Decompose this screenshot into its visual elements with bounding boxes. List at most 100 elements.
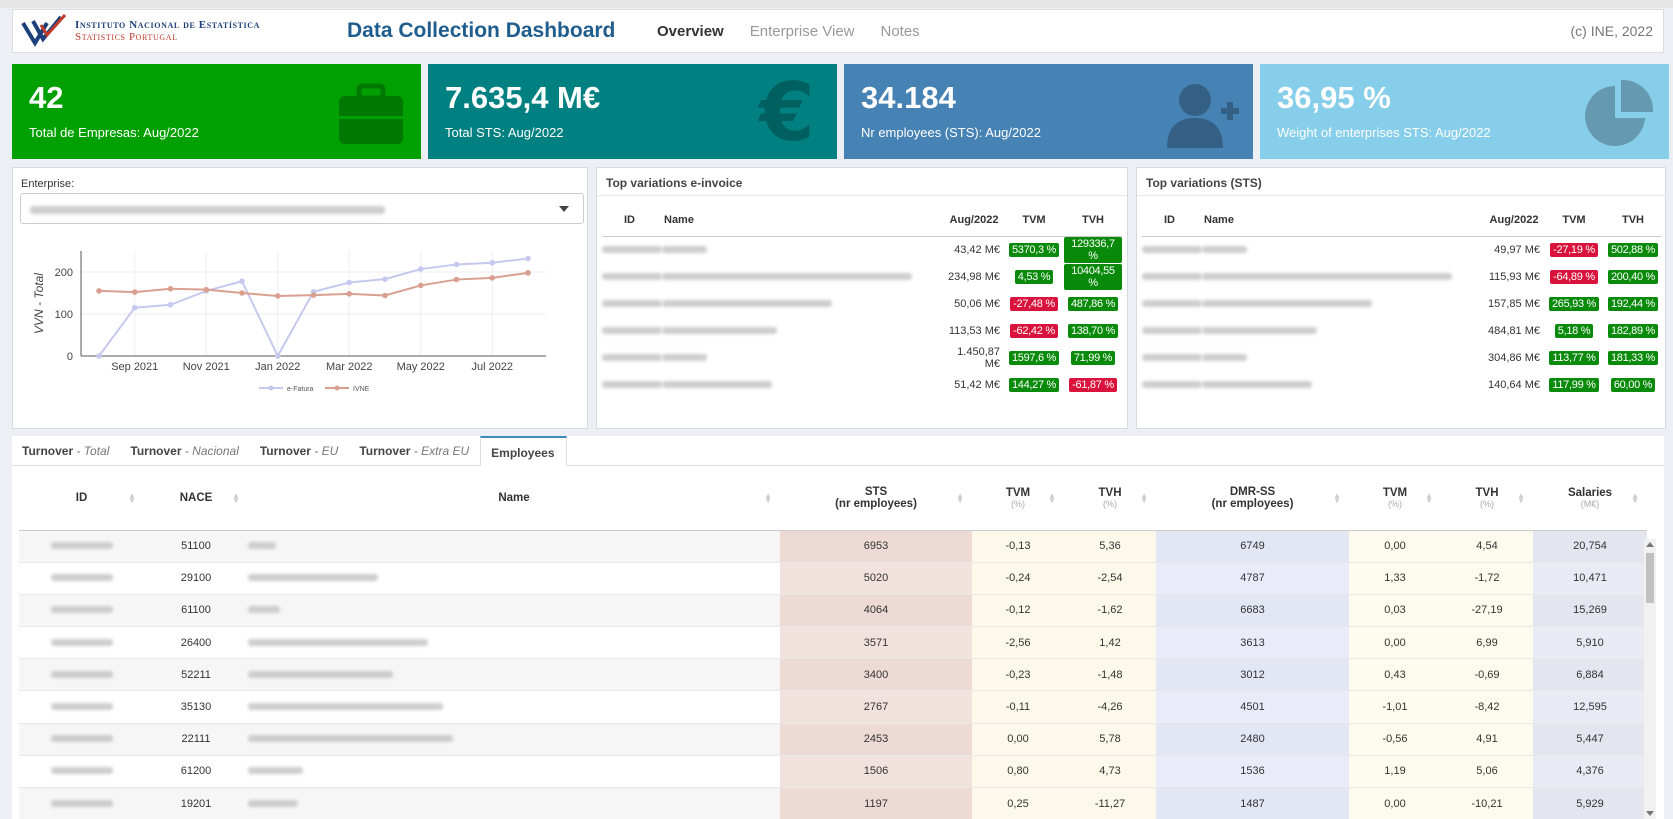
table-row[interactable]: 29100 5020 -0,24 -2,54 4787 1,33 -1,72 10,471: [19, 562, 1647, 595]
sort-icon[interactable]: ▲ ▼: [1517, 492, 1525, 505]
data-point: [382, 292, 388, 299]
col-header-name[interactable]: Name: [1202, 204, 1484, 237]
dmr-cell: 6749: [1156, 530, 1349, 563]
tab-turnover-total[interactable]: Turnover - Total: [12, 436, 120, 466]
data-point: [382, 276, 388, 282]
sts-tvm-cell: 0,80: [972, 755, 1064, 789]
top-variation-row[interactable]: 43,42 M€ 5370,3 % 129336,7 %: [602, 236, 1122, 263]
col-header-name[interactable]: Name ▲ ▼: [248, 466, 780, 531]
legend-label: e-Fatura: [287, 386, 314, 393]
col-header-tvh[interactable]: TVH: [1064, 204, 1122, 237]
table-row[interactable]: 19201 1197 0,25 -11,27 1487 0,00 -10,21 5,929: [19, 787, 1647, 819]
sort-icon[interactable]: ▲ ▼: [232, 492, 240, 505]
col-header-tvh[interactable]: TVH (%) ▲ ▼: [1441, 466, 1533, 531]
table-row[interactable]: 51100 6953 -0,13 5,36 6749 0,00 4,54 20,754: [19, 530, 1647, 563]
redacted-name: [1202, 326, 1317, 334]
redacted-name: [248, 606, 280, 614]
col-header-tvm[interactable]: TVM (%) ▲ ▼: [1349, 466, 1441, 531]
table-row[interactable]: 26400 3571 -2,56 1,42 3613 0,00 6,99 5,910: [19, 626, 1647, 660]
col-header-tvm[interactable]: TVM: [1544, 204, 1604, 237]
table-row[interactable]: 22111 2453 0,00 5,78 2480 -0,56 4,91 5,447: [19, 723, 1647, 756]
table-row[interactable]: 35130 2767 -0,11 -4,26 4501 -1,01 -8,42 12,595: [19, 690, 1647, 724]
col-header-aug-2022[interactable]: Aug/2022: [1484, 204, 1544, 237]
dmr-tvm-cell: 0,00: [1349, 626, 1441, 660]
top-variation-row[interactable]: 49,97 M€ -27,19 % 502,88 %: [1142, 236, 1662, 263]
col-header-tvm[interactable]: TVM (%) ▲ ▼: [972, 466, 1064, 531]
col-header-name[interactable]: Name: [662, 204, 944, 237]
redacted-id: [50, 670, 113, 678]
sort-icon[interactable]: ▲ ▼: [1631, 492, 1639, 505]
scroll-down-icon[interactable]: [1646, 811, 1654, 816]
app-title: Data Collection Dashboard: [347, 19, 616, 42]
table-row[interactable]: 61200 1506 0,80 4,73 1536 1,19 5,06 4,376: [19, 755, 1647, 789]
tab-label: Turnover: [22, 444, 74, 458]
tab-turnover-eu[interactable]: Turnover - EU: [250, 436, 349, 466]
nace-cell: 52211: [144, 658, 248, 692]
caret-down-icon[interactable]: [559, 206, 569, 212]
aug-value: 43,42 M€: [954, 243, 1000, 256]
top-variation-row[interactable]: 50,06 M€ -27,48 % 487,86 %: [602, 290, 1122, 317]
nav-notes[interactable]: Notes: [881, 23, 920, 40]
top-variation-row[interactable]: 51,42 M€ 144,27 % -61,87 %: [602, 371, 1122, 398]
nav-enterprise-view[interactable]: Enterprise View: [750, 23, 855, 40]
col-header-id[interactable]: ID ▲ ▼: [19, 466, 144, 531]
redacted-name: [662, 245, 707, 253]
col-header-tvh[interactable]: TVH (%) ▲ ▼: [1064, 466, 1156, 531]
sort-icon[interactable]: ▲ ▼: [956, 492, 964, 505]
top-einvoice-panel: Top variations e-invoice ID Name Aug/2022 T…: [596, 167, 1128, 429]
col-header-dmr-ss[interactable]: DMR-SS (nr employees) ▲ ▼: [1156, 466, 1349, 531]
tab-employees[interactable]: Employees: [480, 436, 567, 466]
col-header-label: Salaries: [1567, 486, 1613, 499]
enterprise-select[interactable]: [20, 193, 584, 224]
col-header-salaries[interactable]: Salaries (M€) ▲ ▼: [1533, 466, 1647, 531]
tab-turnover-extra-eu[interactable]: Turnover - Extra EU: [349, 436, 480, 466]
data-point: [453, 261, 460, 268]
sort-icon[interactable]: ▲ ▼: [764, 492, 772, 505]
top-variation-row[interactable]: 157,85 M€ 265,93 % 192,44 %: [1142, 290, 1662, 317]
enterprise-label: Enterprise:: [21, 178, 75, 190]
salaries-cell: 12,595: [1533, 690, 1647, 724]
top-variation-row[interactable]: 1.450,87 M€ 1597,6 % 71,99 %: [602, 344, 1122, 371]
top-sts-panel: Top variations (STS) ID Name Aug/2022 TVM TV…: [1136, 167, 1666, 429]
scroll-thumb[interactable]: [1646, 553, 1654, 603]
top-variation-row[interactable]: 115,93 M€ -64,89 % 200,40 %: [1142, 263, 1662, 290]
top-variation-row[interactable]: 140,64 M€ 117,99 % 60,00 %: [1142, 371, 1662, 398]
nav-overview[interactable]: Overview: [657, 23, 724, 40]
sts-tvm-cell: -0,23: [972, 658, 1064, 692]
dmr-tvh-cell: 5,06: [1441, 755, 1533, 789]
col-header-sts[interactable]: STS (nr employees) ▲ ▼: [780, 466, 972, 531]
col-header-tvm[interactable]: TVM: [1004, 204, 1064, 237]
col-header-sublabel: (nr employees): [835, 497, 917, 510]
data-point: [310, 292, 317, 298]
tab-turnover-nacional[interactable]: Turnover - Nacional: [120, 436, 249, 466]
col-header-unit: (M€): [1580, 498, 1600, 509]
table-row[interactable]: 61100 4064 -0,12 -1,62 6683 0,03 -27,19 15,269: [19, 594, 1647, 628]
sts-tvm-cell: -2,56: [972, 626, 1064, 660]
redacted-id: [50, 606, 113, 614]
nace-cell: 61100: [144, 594, 248, 628]
redacted-id: [50, 799, 113, 807]
col-header-nace[interactable]: NACE ▲ ▼: [144, 466, 248, 531]
table-scrollbar[interactable]: [1644, 539, 1656, 819]
top-variation-row[interactable]: 113,53 M€ -62,42 % 138,70 %: [602, 317, 1122, 344]
salaries-cell: 4,376: [1533, 755, 1647, 789]
sort-icon[interactable]: ▲ ▼: [128, 492, 136, 505]
sort-icon[interactable]: ▲ ▼: [1425, 492, 1433, 505]
table-row[interactable]: 52211 3400 -0,23 -1,48 3012 0,43 -0,69 6,884: [19, 658, 1647, 692]
top-variation-row[interactable]: 304,86 M€ 113,77 % 181,33 %: [1142, 344, 1662, 371]
scroll-up-icon[interactable]: [1646, 542, 1654, 547]
col-header-aug-2022[interactable]: Aug/2022: [944, 204, 1004, 237]
salaries-cell: 5,929: [1533, 787, 1647, 819]
col-header-id[interactable]: ID: [602, 204, 662, 237]
redacted-id: [50, 638, 113, 646]
col-header-id[interactable]: ID: [1142, 204, 1202, 237]
sort-icon[interactable]: ▲ ▼: [1333, 492, 1341, 505]
sts-tvh-cell: -1,48: [1064, 658, 1156, 692]
tvh-badge: 10404,55 %: [1064, 263, 1122, 290]
col-header-tvh[interactable]: TVH: [1604, 204, 1662, 237]
sort-icon[interactable]: ▲ ▼: [1140, 492, 1148, 505]
data-point: [346, 279, 353, 286]
top-variation-row[interactable]: 484,81 M€ 5,18 % 182,89 %: [1142, 317, 1662, 344]
sort-icon[interactable]: ▲ ▼: [1048, 492, 1056, 505]
top-variation-row[interactable]: 234,98 M€ 4,53 % 10404,55 %: [602, 263, 1122, 290]
